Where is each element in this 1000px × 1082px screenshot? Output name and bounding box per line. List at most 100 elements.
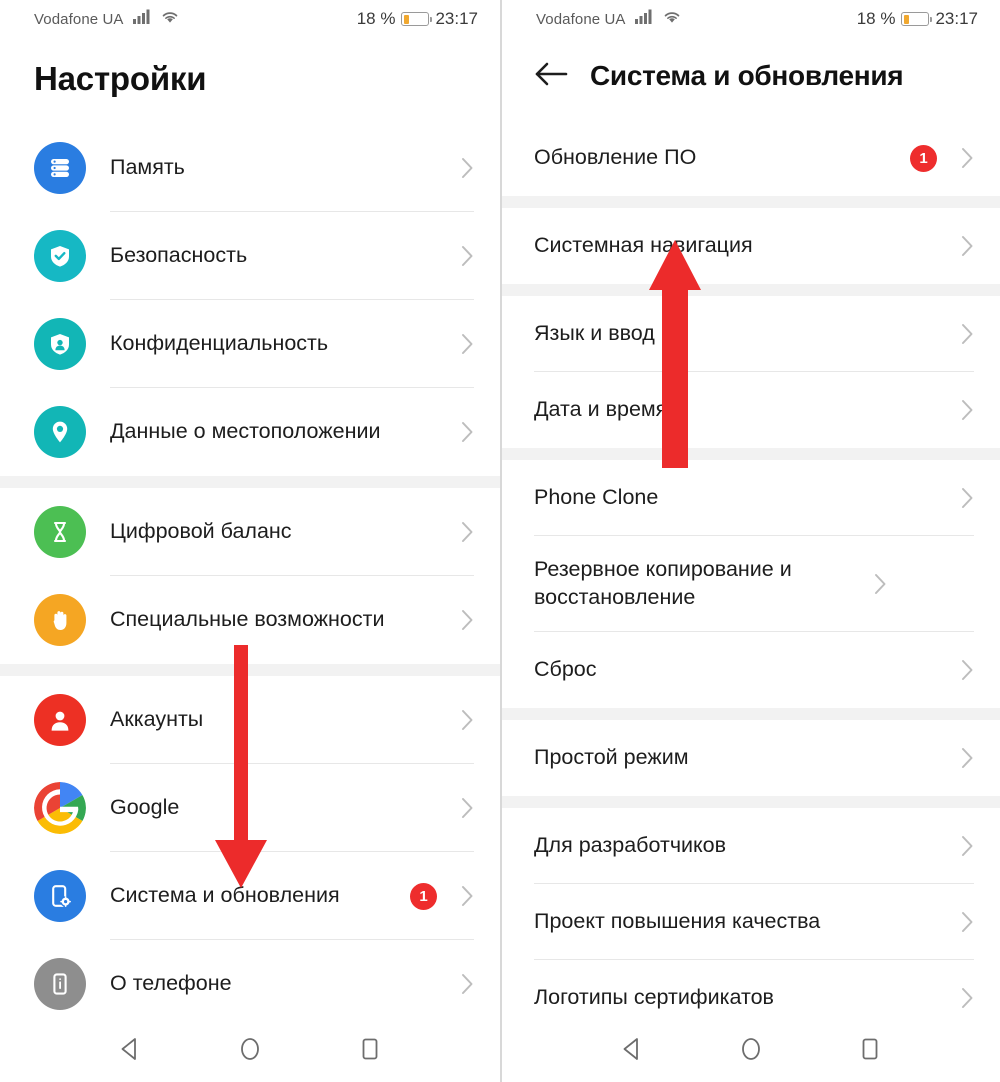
navigation-bar-right: [502, 1016, 1000, 1082]
chevron-right-icon: [961, 487, 974, 509]
chevron-right-icon: [961, 747, 974, 769]
shield-check-icon: [34, 230, 86, 282]
clock-label: 23:17: [935, 9, 978, 28]
settings-item-reset[interactable]: Сброс: [502, 632, 1000, 708]
chevron-right-icon: [461, 609, 474, 631]
chevron-right-icon: [461, 709, 474, 731]
carrier-label: Vodafone UA: [536, 10, 626, 28]
settings-item-label: Системная навигация: [534, 233, 753, 258]
settings-item-label: Простой режим: [534, 745, 689, 770]
right-phone-screen: Vodafone UA 18 % 23:17 Система и обновле…: [500, 0, 1000, 1082]
chevron-right-icon: [961, 323, 974, 345]
settings-item-label: Для разработчиков: [534, 833, 727, 858]
nav-home-icon[interactable]: [738, 1036, 764, 1062]
settings-item-developer-options[interactable]: Для разработчиков: [502, 808, 1000, 884]
clock-label: 23:17: [435, 9, 478, 28]
left-phone-screen: Vodafone UA 18 % 23:17 Настройки Память …: [0, 0, 500, 1082]
nav-home-icon[interactable]: [237, 1036, 263, 1062]
chevron-right-icon: [961, 235, 974, 257]
chevron-right-icon: [461, 333, 474, 355]
nav-back-icon[interactable]: [117, 1036, 143, 1062]
chevron-right-icon: [874, 573, 887, 595]
settings-item-user-experience-program[interactable]: Проект повышения качества: [502, 884, 1000, 960]
signal-bars-icon: [634, 9, 654, 29]
settings-item-accessibility[interactable]: Специальные возможности: [0, 576, 500, 664]
settings-item-label: О телефоне: [110, 971, 232, 996]
chevron-right-icon: [461, 797, 474, 819]
chevron-right-icon: [961, 399, 974, 421]
status-bar-right-group: 18 % 23:17: [857, 9, 978, 29]
settings-item-language-and-input[interactable]: Язык и ввод: [502, 296, 1000, 372]
settings-item-date-and-time[interactable]: Дата и время: [502, 372, 1000, 448]
dual-screenshot-container: Vodafone UA 18 % 23:17 Настройки Память …: [0, 0, 1000, 1082]
carrier-label: Vodafone UA: [34, 10, 124, 28]
storage-icon: [34, 142, 86, 194]
settings-item-label: Phone Clone: [534, 485, 659, 510]
settings-item-system-navigation[interactable]: Системная навигация: [502, 208, 1000, 284]
settings-item-label: Система и обновления: [110, 883, 340, 908]
hand-icon: [34, 594, 86, 646]
settings-item-label: Резервное копирование и восстановление: [534, 557, 792, 609]
back-arrow-icon[interactable]: [534, 61, 568, 92]
settings-item-privacy[interactable]: Конфиденциальность: [0, 300, 500, 388]
app-bar: Система и обновления: [502, 38, 1000, 92]
settings-item-memory[interactable]: Память: [0, 124, 500, 212]
settings-item-security[interactable]: Безопасность: [0, 212, 500, 300]
status-badge: 1: [410, 882, 437, 910]
settings-item-label: Память: [110, 155, 185, 180]
chevron-right-icon: [461, 421, 474, 443]
battery-percent-label: 18 %: [856, 9, 896, 28]
settings-item-google[interactable]: Google: [0, 764, 500, 852]
settings-item-phone-clone[interactable]: Phone Clone: [502, 460, 1000, 536]
wifi-icon: [161, 9, 179, 29]
settings-item-label: Специальные возможности: [110, 607, 385, 632]
chevron-right-icon: [461, 245, 474, 267]
settings-list-left: Память Безопасность Конфиденциальность Д…: [0, 124, 500, 1028]
status-bar-right-group: 18 % 23:17: [357, 9, 478, 29]
chevron-right-icon: [961, 147, 974, 169]
settings-item-software-update[interactable]: Обновление ПО 1: [502, 120, 1000, 196]
settings-item-accounts[interactable]: Аккаунты: [0, 676, 500, 764]
settings-item-about-phone[interactable]: О телефоне: [0, 940, 500, 1028]
status-bar-left-group: Vodafone UA: [34, 9, 179, 29]
settings-item-simple-mode[interactable]: Простой режим: [502, 720, 1000, 796]
status-bar-right: Vodafone UA 18 % 23:17: [502, 0, 1000, 38]
settings-item-label: Конфиденциальность: [110, 331, 329, 356]
settings-item-location[interactable]: Данные о местоположении: [0, 388, 500, 476]
wifi-icon: [663, 9, 681, 29]
settings-group-1: Обновление ПО 1: [502, 120, 1000, 196]
chevron-right-icon: [461, 521, 474, 543]
nav-recents-icon[interactable]: [357, 1036, 383, 1062]
status-bar-left-group: Vodafone UA: [536, 9, 681, 29]
settings-item-digital-balance[interactable]: Цифровой баланс: [0, 488, 500, 576]
phone-info-icon: [34, 958, 86, 1010]
settings-item-label: Google: [110, 795, 180, 820]
settings-group-6: Для разработчиков Проект повышения качес…: [502, 796, 1000, 1036]
chevron-right-icon: [961, 911, 974, 933]
settings-item-system-and-updates[interactable]: Система и обновления 1: [0, 852, 500, 940]
battery-percent-label: 18 %: [356, 9, 396, 28]
settings-group-5: Простой режим: [502, 708, 1000, 796]
settings-item-label: Проект повышения качества: [534, 909, 821, 934]
settings-group-3: Язык и ввод Дата и время: [502, 284, 1000, 448]
settings-item-label: Дата и время: [534, 397, 668, 422]
chevron-right-icon: [461, 157, 474, 179]
phone-gear-icon: [34, 870, 86, 922]
settings-item-label: Цифровой баланс: [110, 519, 292, 544]
privacy-shield-icon: [34, 318, 86, 370]
settings-item-label: Данные о местоположении: [110, 419, 381, 444]
page-title: Настройки: [34, 60, 207, 97]
settings-item-label: Обновление ПО: [534, 145, 697, 170]
chevron-right-icon: [961, 659, 974, 681]
nav-back-icon[interactable]: [619, 1036, 645, 1062]
nav-recents-icon[interactable]: [857, 1036, 883, 1062]
settings-list-right: Обновление ПО 1 Системная навигация Язык…: [502, 120, 1000, 1082]
chevron-right-icon: [961, 835, 974, 857]
hourglass-icon: [34, 506, 86, 558]
settings-item-label: Язык и ввод: [534, 321, 655, 346]
settings-item-label: Сброс: [534, 657, 597, 682]
page-title: Система и обновления: [590, 60, 904, 91]
location-pin-icon: [34, 406, 86, 458]
settings-item-backup-and-restore[interactable]: Резервное копирование и восстановление: [502, 536, 1000, 632]
person-icon: [34, 694, 86, 746]
